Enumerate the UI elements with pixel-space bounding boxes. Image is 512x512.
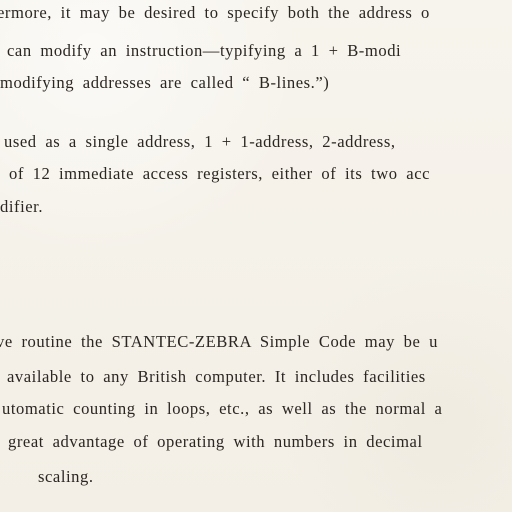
text-line-3: modifying addresses are called “ B-lines… <box>0 73 330 92</box>
text-line-7: ve routine the STANTEC-ZEBRA Simple Code… <box>0 332 438 351</box>
text-line-1: ermore, it may be desired to specify bot… <box>0 3 430 22</box>
text-line-11: scaling. <box>38 467 94 486</box>
text-line-4: used as a single address, 1 + 1-address,… <box>4 132 396 151</box>
text-line-5: of 12 immediate access registers, either… <box>9 164 431 183</box>
text-line-2: can modify an instruction—typifying a 1 … <box>7 41 402 60</box>
scanned-page: ermore, it may be desired to specify bot… <box>0 0 512 512</box>
text-line-9: utomatic counting in loops, etc., as wel… <box>2 399 443 418</box>
text-line-10: great advantage of operating with number… <box>8 432 423 451</box>
text-line-6: difier. <box>0 197 44 216</box>
text-line-8: available to any British computer. It in… <box>7 367 426 386</box>
